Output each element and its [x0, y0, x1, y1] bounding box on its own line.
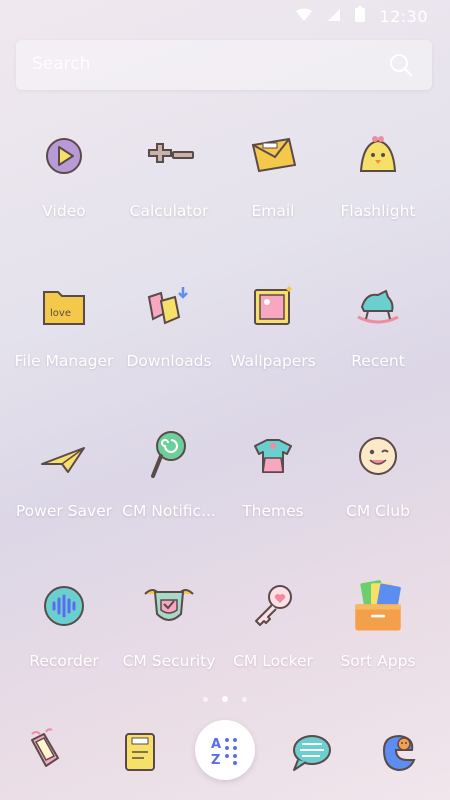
app-file-manager[interactable]: love File Manager [8, 278, 120, 370]
app-calculator[interactable]: Calculator [113, 128, 225, 220]
app-label: CM Security [122, 652, 216, 670]
app-label: Recent [351, 352, 405, 370]
app-recorder[interactable]: Recorder [8, 578, 120, 670]
file-manager-icon: love [36, 278, 92, 334]
page-dot[interactable] [242, 697, 247, 702]
app-sort-apps[interactable]: Sort Apps [322, 578, 434, 670]
app-label: CM Notific... [122, 502, 216, 520]
svg-text:love: love [50, 308, 71, 319]
video-icon [36, 128, 92, 184]
app-label: Wallpapers [230, 352, 316, 370]
app-downloads[interactable]: Downloads [113, 278, 225, 370]
app-cm-club[interactable]: CM Club [322, 428, 434, 520]
recent-icon [350, 278, 406, 334]
page-dot[interactable] [203, 697, 208, 702]
svg-text:Z: Z [211, 753, 220, 768]
cell-signal-icon [327, 7, 341, 26]
cm-locker-icon [245, 578, 301, 634]
all-apps-button[interactable]: A Z [193, 718, 257, 782]
all-apps-icon[interactable]: A Z [195, 720, 255, 780]
flashlight-icon [350, 128, 406, 184]
app-wallpapers[interactable]: Wallpapers [217, 278, 329, 370]
dock: A Z [0, 720, 450, 790]
email-icon [245, 128, 301, 184]
app-label: File Manager [14, 352, 114, 370]
app-themes[interactable]: Themes [217, 428, 329, 520]
search-input[interactable]: Search [32, 54, 90, 74]
search-icon[interactable] [388, 52, 414, 82]
app-cm-notification[interactable]: CM Notific... [113, 428, 225, 520]
app-label: Themes [242, 502, 304, 520]
wifi-icon [295, 7, 313, 26]
status-bar: 12:30 [0, 0, 450, 30]
downloads-icon [141, 278, 197, 334]
calculator-icon [141, 128, 197, 184]
browser-icon[interactable] [366, 720, 430, 784]
sort-apps-icon [350, 578, 406, 634]
app-label: Video [42, 202, 86, 220]
app-recent[interactable]: Recent [322, 278, 434, 370]
status-time: 12:30 [379, 6, 428, 26]
app-label: CM Locker [233, 652, 313, 670]
app-cm-security[interactable]: CM Security [113, 578, 225, 670]
battery-icon [355, 6, 366, 26]
contacts-icon[interactable] [108, 720, 172, 784]
app-video[interactable]: Video [8, 128, 120, 220]
app-cm-locker[interactable]: CM Locker [217, 578, 329, 670]
app-flashlight[interactable]: Flashlight [322, 128, 434, 220]
page-dot-active[interactable] [222, 696, 228, 702]
svg-text:A: A [211, 737, 221, 752]
themes-icon [245, 428, 301, 484]
wallpapers-icon [245, 278, 301, 334]
app-email[interactable]: Email [217, 128, 329, 220]
app-label: CM Club [346, 502, 410, 520]
app-label: Flashlight [340, 202, 416, 220]
cm-security-icon [141, 578, 197, 634]
recorder-icon [36, 578, 92, 634]
messages-icon[interactable] [280, 720, 344, 784]
app-label: Power Saver [15, 502, 113, 520]
search-bar[interactable]: Search [16, 40, 432, 90]
app-power-saver[interactable]: Power Saver [8, 428, 120, 520]
app-label: Downloads [126, 352, 212, 370]
power-saver-icon [36, 428, 92, 484]
app-label: Calculator [129, 202, 209, 220]
cm-notification-icon [141, 428, 197, 484]
cm-club-icon [350, 428, 406, 484]
page-indicator[interactable] [0, 695, 450, 705]
phone-icon[interactable] [14, 720, 78, 784]
app-label: Recorder [29, 652, 99, 670]
app-label: Sort Apps [340, 652, 416, 670]
app-label: Email [251, 202, 295, 220]
